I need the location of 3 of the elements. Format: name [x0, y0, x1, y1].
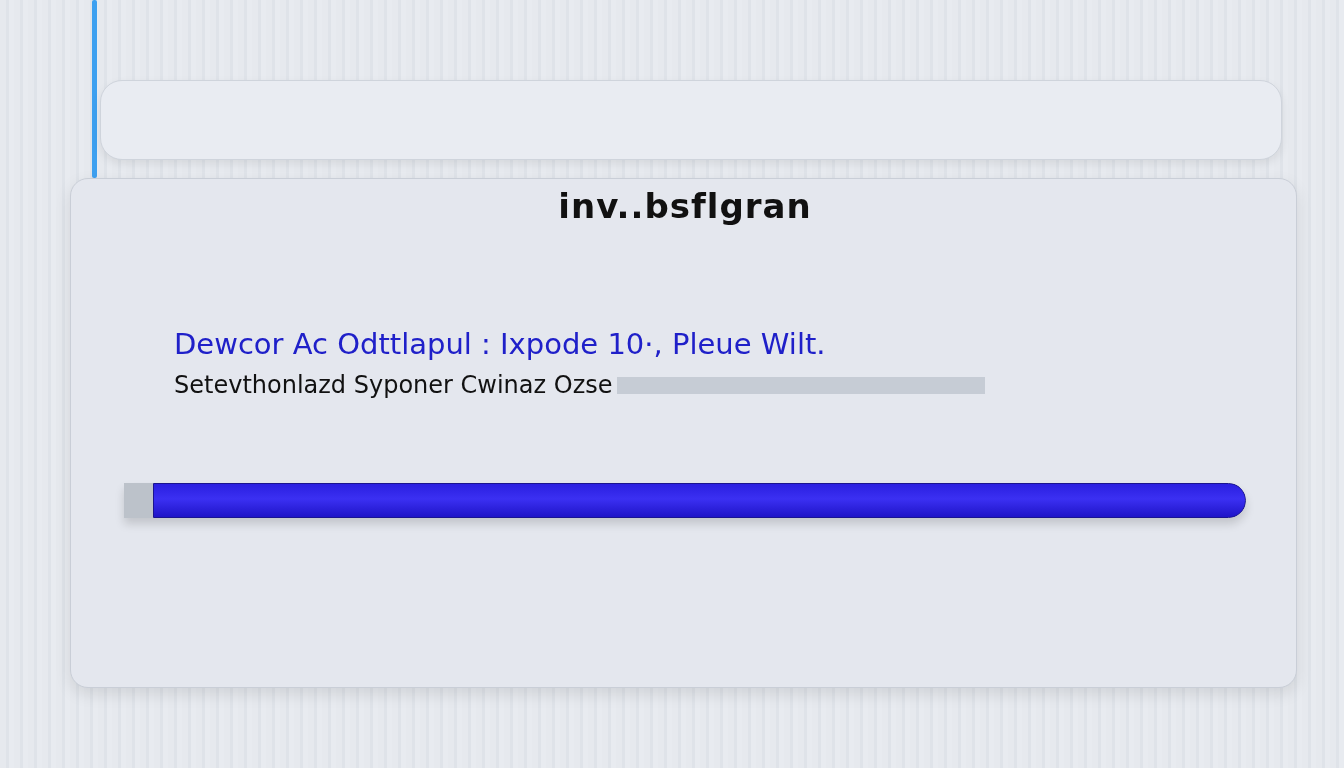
status-detail: Setevthonlazd Syponer Cwinaz Ozse — [174, 371, 613, 399]
status-message: Dewcor Ac Odttlapul : Ixpode 10·, Pleue Wilt. — [174, 327, 827, 361]
dialog-title: inv..bsflgran — [558, 186, 812, 226]
